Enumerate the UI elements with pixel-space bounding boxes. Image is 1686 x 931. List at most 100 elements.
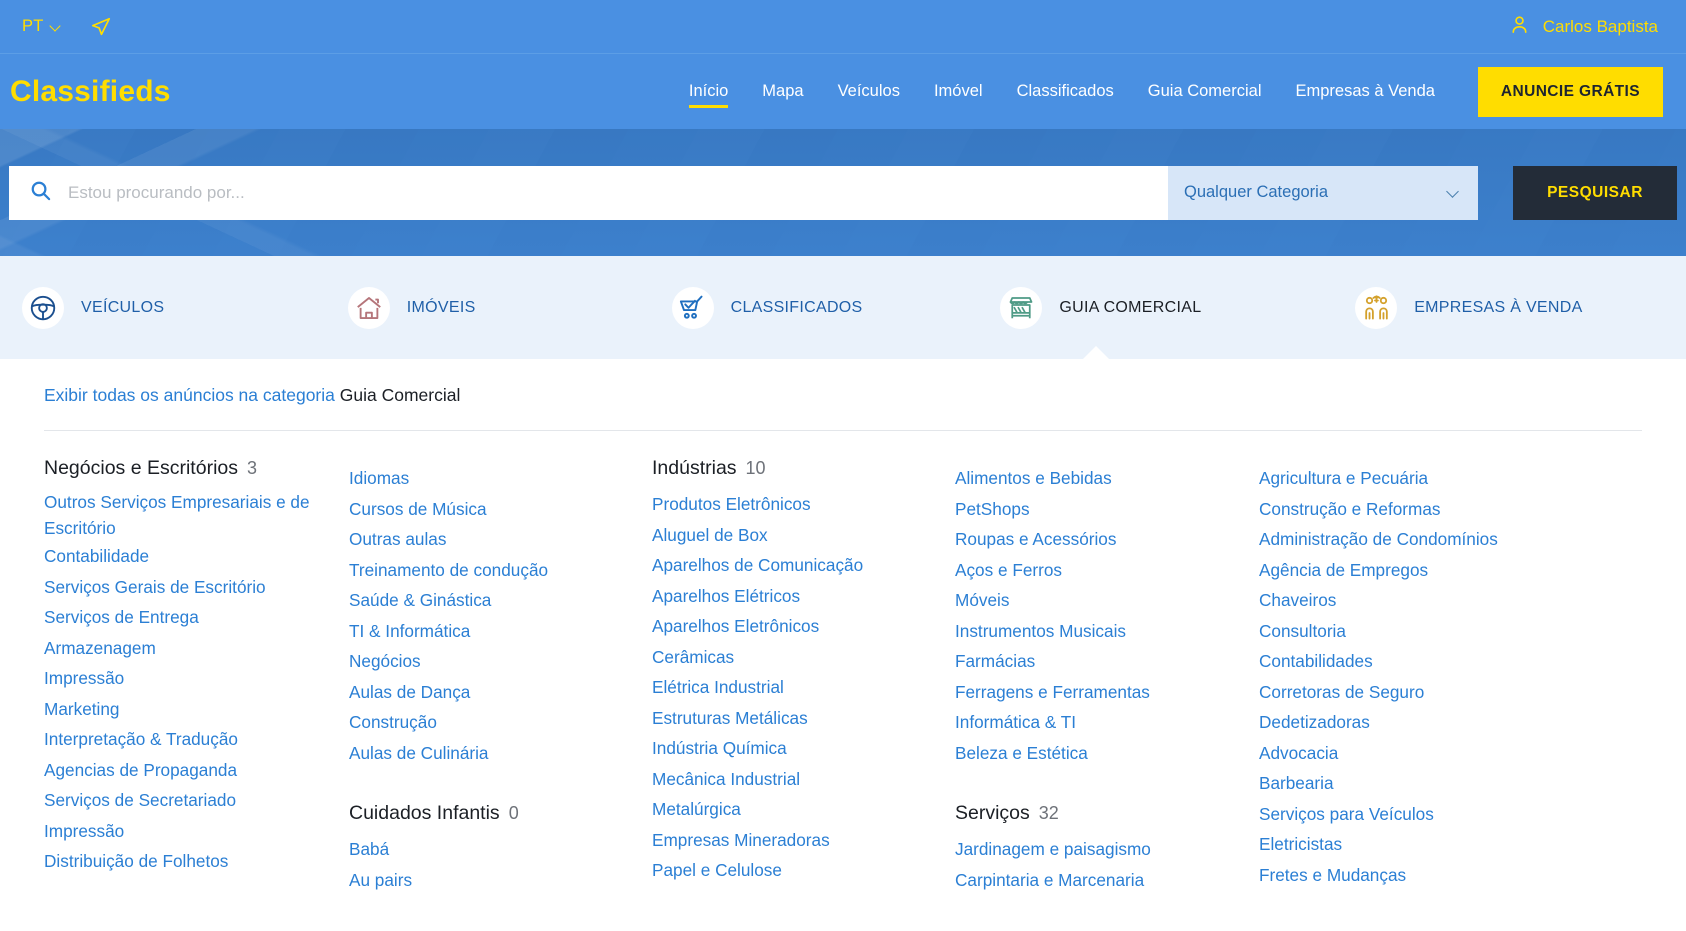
category-link[interactable]: Aparelhos Elétricos — [652, 581, 955, 612]
category-link[interactable]: Negócios — [349, 646, 652, 677]
tab-empresas-a-venda[interactable]: EMPRESAS À VENDA — [1319, 256, 1674, 359]
category-column: Negócios e Escritórios 3 Outros Serviços… — [44, 447, 349, 895]
category-link[interactable]: Empresas Mineradoras — [652, 825, 955, 856]
category-link[interactable]: Produtos Eletrônicos — [652, 489, 955, 520]
category-link[interactable]: Outras aulas — [349, 524, 652, 555]
group-count: 0 — [508, 803, 519, 823]
category-link[interactable]: Agencias de Propaganda — [44, 755, 349, 786]
category-link[interactable]: Serviços de Entrega — [44, 602, 349, 633]
category-link[interactable]: Informática & TI — [955, 707, 1259, 738]
nav-item-imovel[interactable]: Imóvel — [917, 54, 1000, 129]
nav-item-mapa[interactable]: Mapa — [745, 54, 820, 129]
category-link[interactable]: Indústria Química — [652, 733, 955, 764]
category-link[interactable]: Armazenagem — [44, 633, 349, 664]
group-header: Negócios e Escritórios 3 — [44, 457, 349, 480]
category-link[interactable]: Contabilidades — [1259, 646, 1565, 677]
category-link[interactable]: Aparelhos de Comunicação — [652, 550, 955, 581]
category-link[interactable]: Chaveiros — [1259, 585, 1565, 616]
category-link[interactable]: Cerâmicas — [652, 642, 955, 673]
category-link[interactable]: Serviços Gerais de Escritório — [44, 572, 349, 603]
category-link[interactable]: Fretes e Mudanças — [1259, 860, 1565, 891]
category-link[interactable]: Aulas de Culinária — [349, 738, 652, 769]
category-link[interactable]: Alimentos e Bebidas — [955, 463, 1259, 494]
category-link[interactable]: Treinamento de condução — [349, 555, 652, 586]
category-link[interactable]: Dedetizadoras — [1259, 707, 1565, 738]
category-link[interactable]: Construção — [349, 707, 652, 738]
steering-wheel-icon — [22, 286, 64, 329]
category-link[interactable]: Barbearia — [1259, 768, 1565, 799]
category-link[interactable]: Outros Serviços Empresariais e de Escrit… — [44, 489, 349, 541]
category-link[interactable]: Móveis — [955, 585, 1259, 616]
category-link[interactable]: Interpretação & Tradução — [44, 724, 349, 755]
show-all-link[interactable]: Exibir todas os anúncios na categoria — [44, 385, 335, 405]
category-link[interactable]: Jardinagem e paisagismo — [955, 834, 1259, 865]
category-link[interactable]: Eletricistas — [1259, 829, 1565, 860]
category-select[interactable]: Qualquer Categoria — [1168, 165, 1478, 220]
category-column: Alimentos e Bebidas PetShops Roupas e Ac… — [955, 447, 1259, 895]
category-link[interactable]: Consultoria — [1259, 616, 1565, 647]
paper-plane-icon[interactable] — [90, 16, 112, 38]
group-links: Babá Au pairs — [349, 834, 652, 895]
category-link[interactable]: Cursos de Música — [349, 494, 652, 525]
category-link[interactable]: Administração de Condomínios — [1259, 524, 1565, 555]
category-link[interactable]: PetShops — [955, 494, 1259, 525]
category-link[interactable]: Aulas de Dança — [349, 677, 652, 708]
nav-item-inicio[interactable]: Início — [672, 54, 745, 129]
nav-item-guia-comercial[interactable]: Guia Comercial — [1131, 54, 1279, 129]
category-link[interactable]: Agricultura e Pecuária — [1259, 463, 1565, 494]
nav-item-veiculos[interactable]: Veículos — [821, 54, 917, 129]
topbar-left-group: PT — [22, 16, 112, 38]
category-link[interactable]: Mecânica Industrial — [652, 764, 955, 795]
category-link[interactable]: Impressão — [44, 663, 349, 694]
category-link[interactable]: Au pairs — [349, 865, 652, 896]
category-link[interactable]: Serviços para Veículos — [1259, 799, 1565, 830]
tab-imoveis[interactable]: IMÓVEIS — [341, 256, 667, 359]
category-link[interactable]: Metalúrgica — [652, 794, 955, 825]
category-link[interactable]: Marketing — [44, 694, 349, 725]
category-link[interactable]: Idiomas — [349, 463, 652, 494]
category-link[interactable]: TI & Informática — [349, 616, 652, 647]
language-selector[interactable]: PT — [22, 17, 62, 36]
search-submit-button[interactable]: PESQUISAR — [1513, 165, 1677, 220]
tab-veiculos[interactable]: VEÍCULOS — [12, 256, 341, 359]
category-column: Indústrias 10 Produtos Eletrônicos Alugu… — [652, 447, 955, 895]
category-link[interactable]: Babá — [349, 834, 652, 865]
category-link[interactable]: Agência de Empregos — [1259, 555, 1565, 586]
category-link[interactable]: Aparelhos Eletrônicos — [652, 611, 955, 642]
category-link[interactable]: Elétrica Industrial — [652, 672, 955, 703]
category-link[interactable]: Roupas e Acessórios — [955, 524, 1259, 555]
category-link[interactable]: Corretoras de Seguro — [1259, 677, 1565, 708]
category-tab-strip: VEÍCULOS IMÓVEIS CLASSIFICADOS GUIA COME… — [0, 256, 1686, 360]
category-link[interactable]: Aluguel de Box — [652, 520, 955, 551]
business-people-money-icon — [1355, 286, 1398, 329]
category-link[interactable]: Serviços de Secretariado — [44, 785, 349, 816]
anuncie-gratis-button[interactable]: ANUNCIE GRÁTIS — [1477, 66, 1663, 117]
category-link[interactable]: Aços e Ferros — [955, 555, 1259, 586]
category-link[interactable]: Distribuição de Folhetos — [44, 846, 349, 877]
category-link[interactable]: Instrumentos Musicais — [955, 616, 1259, 647]
site-logo[interactable]: Classifieds — [10, 75, 171, 109]
category-link[interactable]: Ferragens e Ferramentas — [955, 677, 1259, 708]
user-account-menu[interactable]: Carlos Baptista — [1508, 13, 1658, 41]
search-field-wrapper[interactable] — [9, 165, 1168, 220]
category-link[interactable]: Papel e Celulose — [652, 855, 955, 886]
nav-item-empresas-a-venda[interactable]: Empresas à Venda — [1279, 54, 1452, 129]
tab-guia-comercial[interactable]: GUIA COMERCIAL — [990, 256, 1319, 360]
category-link[interactable]: Carpintaria e Marcenaria — [955, 865, 1259, 896]
category-link[interactable]: Estruturas Metálicas — [652, 703, 955, 734]
category-link[interactable]: Beleza e Estética — [955, 738, 1259, 769]
category-link[interactable]: Impressão — [44, 816, 349, 847]
chevron-down-icon — [1447, 186, 1460, 199]
category-link[interactable]: Contabilidade — [44, 541, 349, 572]
category-link[interactable]: Advocacia — [1259, 738, 1565, 769]
category-link[interactable]: Saúde & Ginástica — [349, 585, 652, 616]
tab-classificados[interactable]: CLASSIFICADOS — [667, 256, 991, 359]
show-all-category-label: Guia Comercial — [339, 385, 461, 405]
search-input[interactable] — [66, 181, 1148, 204]
category-link[interactable]: Construção e Reformas — [1259, 494, 1565, 525]
category-link[interactable]: Farmácias — [955, 646, 1259, 677]
nav-item-classificados[interactable]: Classificados — [1000, 54, 1131, 129]
group-header: Indústrias 10 — [652, 457, 955, 480]
group-links: Agricultura e Pecuária Construção e Refo… — [1259, 463, 1565, 890]
group-links: Jardinagem e paisagismo Carpintaria e Ma… — [955, 834, 1259, 895]
